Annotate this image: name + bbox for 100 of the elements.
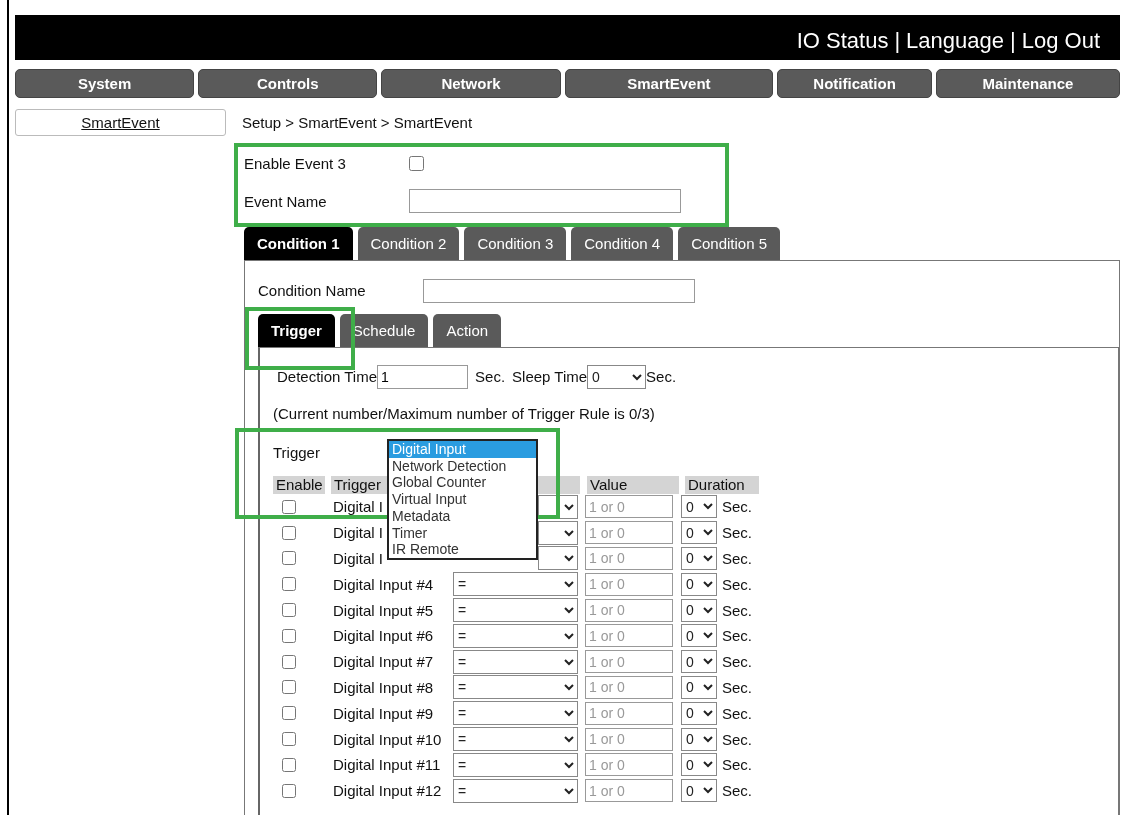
operator-select[interactable]: =	[453, 572, 578, 597]
value-field[interactable]: 1 or 0	[585, 521, 673, 545]
operator-select[interactable]: =	[453, 598, 578, 623]
row-checkbox[interactable]	[282, 654, 296, 669]
value-field[interactable]: 1 or 0	[585, 624, 673, 648]
condition-tab[interactable]: Condition 4	[571, 227, 674, 260]
header-link[interactable]: Log Out	[1021, 28, 1100, 54]
duration-select[interactable]: 0	[681, 495, 717, 519]
row-checkbox[interactable]	[282, 499, 296, 514]
row-checkbox[interactable]	[282, 628, 296, 643]
row-checkbox[interactable]	[282, 757, 296, 772]
sidebar-item[interactable]: SmartEvent	[15, 109, 226, 136]
operator-select[interactable]: =	[453, 623, 578, 648]
condition-name-field[interactable]	[423, 278, 695, 303]
unit-label: Sec.	[722, 550, 752, 567]
separator: |	[894, 28, 901, 54]
separator: |	[1010, 28, 1016, 54]
rule-count-text: (Current number/Maximum number of Trigger Rule is 0/3)	[273, 404, 655, 422]
column-header: Value	[587, 476, 679, 494]
condition-tab[interactable]: Condition 3	[464, 227, 567, 260]
sleep-time-select[interactable]: 0	[587, 364, 647, 389]
value-field[interactable]: 1 or 0	[585, 727, 673, 751]
value-field[interactable]: 1 or 0	[585, 572, 673, 596]
row-checkbox[interactable]	[282, 732, 296, 747]
value-field[interactable]: 1 or 0	[585, 701, 673, 725]
condition-tab[interactable]: Condition 2	[357, 227, 460, 260]
row-checkbox[interactable]	[282, 525, 296, 540]
unit-label: Sec.	[722, 756, 752, 774]
nav-tab[interactable]: SmartEvent	[564, 69, 774, 98]
duration-select[interactable]: 0	[681, 598, 717, 622]
duration-select[interactable]: 0	[681, 650, 717, 674]
duration-select[interactable]: 0	[681, 624, 717, 648]
trigger-name: Digital Input #8	[333, 678, 434, 696]
operator-select[interactable]: =	[453, 778, 578, 803]
field-label: Trigger	[273, 443, 320, 461]
enable-checkbox[interactable]	[409, 155, 424, 171]
operator-select[interactable]: =	[453, 649, 578, 674]
field-label: Detection Time	[277, 368, 378, 385]
unit-label: Sec.	[475, 368, 506, 385]
value-field[interactable]: 1 or 0	[585, 675, 673, 699]
nav-tab[interactable]: Controls	[198, 69, 378, 98]
value-field[interactable]: 1 or 0	[585, 598, 673, 622]
value-field[interactable]: 1 or 0	[585, 650, 673, 674]
unit-label: Sec.	[722, 782, 752, 800]
operator-select[interactable]: =	[453, 701, 578, 726]
column-header: Duration	[685, 476, 759, 494]
duration-select[interactable]: 0	[681, 547, 717, 570]
operator-select[interactable]: =	[453, 752, 578, 777]
nav-tab[interactable]: Network	[381, 69, 561, 98]
header-link[interactable]: IO Status	[796, 28, 889, 54]
sub-tab[interactable]: Schedule	[339, 314, 429, 347]
duration-select[interactable]: 0	[681, 701, 717, 725]
value-field[interactable]: 1 or 0	[585, 753, 673, 777]
nav-tab[interactable]: System	[15, 69, 195, 98]
field-label: Enable Event 3	[244, 154, 347, 172]
condition-tab[interactable]: Condition 1	[244, 227, 353, 260]
row-checkbox[interactable]	[282, 577, 296, 592]
field-label: Event Name	[244, 192, 328, 210]
unit-label: Sec.	[722, 498, 752, 516]
trigger-name: Digital Input #9	[333, 704, 434, 722]
unit-label: Sec.	[646, 368, 677, 385]
duration-select[interactable]: 0	[681, 727, 717, 751]
nav-tab[interactable]: Notification	[777, 69, 932, 98]
row-checkbox[interactable]	[282, 603, 296, 618]
detection-time-field[interactable]: 1	[377, 364, 469, 389]
operator-select[interactable]: =	[453, 675, 578, 700]
value-field[interactable]: 1 or 0	[585, 779, 673, 803]
nav-tab[interactable]: Maintenance	[935, 69, 1120, 98]
unit-label: Sec.	[722, 524, 752, 542]
sub-tab[interactable]: Action	[433, 314, 502, 347]
header-link[interactable]: Language	[906, 28, 1004, 54]
duration-select[interactable]: 0	[681, 779, 717, 803]
trigger-name: Digital Input #11	[333, 756, 441, 774]
value-field[interactable]: 1 or 0	[585, 495, 673, 519]
unit-label: Sec.	[722, 601, 752, 619]
column-header: Enable	[273, 476, 325, 494]
field-label: Sleep Time	[512, 368, 588, 385]
duration-select[interactable]: 0	[681, 572, 717, 596]
operator-select[interactable]	[538, 546, 578, 571]
event-name-field[interactable]	[409, 189, 681, 213]
row-checkbox[interactable]	[282, 783, 296, 798]
trigger-name: Digital Input #12	[333, 782, 442, 800]
duration-select[interactable]: 0	[681, 521, 717, 545]
unit-label: Sec.	[722, 678, 752, 696]
unit-label: Sec.	[722, 575, 752, 593]
duration-select[interactable]: 0	[681, 753, 717, 777]
breadcrumb: Setup > SmartEvent > SmartEvent	[242, 114, 473, 131]
row-checkbox[interactable]	[282, 680, 296, 695]
duration-select[interactable]: 0	[681, 675, 717, 699]
row-checkbox[interactable]	[282, 551, 296, 566]
trigger-name: Digital Input #6	[333, 627, 434, 645]
condition-tab[interactable]: Condition 5	[678, 227, 781, 260]
sub-tab[interactable]: Trigger	[258, 314, 335, 347]
value-field[interactable]: 1 or 0	[585, 547, 673, 570]
row-checkbox[interactable]	[282, 706, 296, 721]
operator-select[interactable]: =	[453, 727, 578, 752]
operator-select[interactable]	[538, 520, 578, 545]
unit-label: Sec.	[722, 704, 752, 722]
unit-label: Sec.	[722, 627, 752, 645]
unit-label: Sec.	[722, 653, 752, 671]
